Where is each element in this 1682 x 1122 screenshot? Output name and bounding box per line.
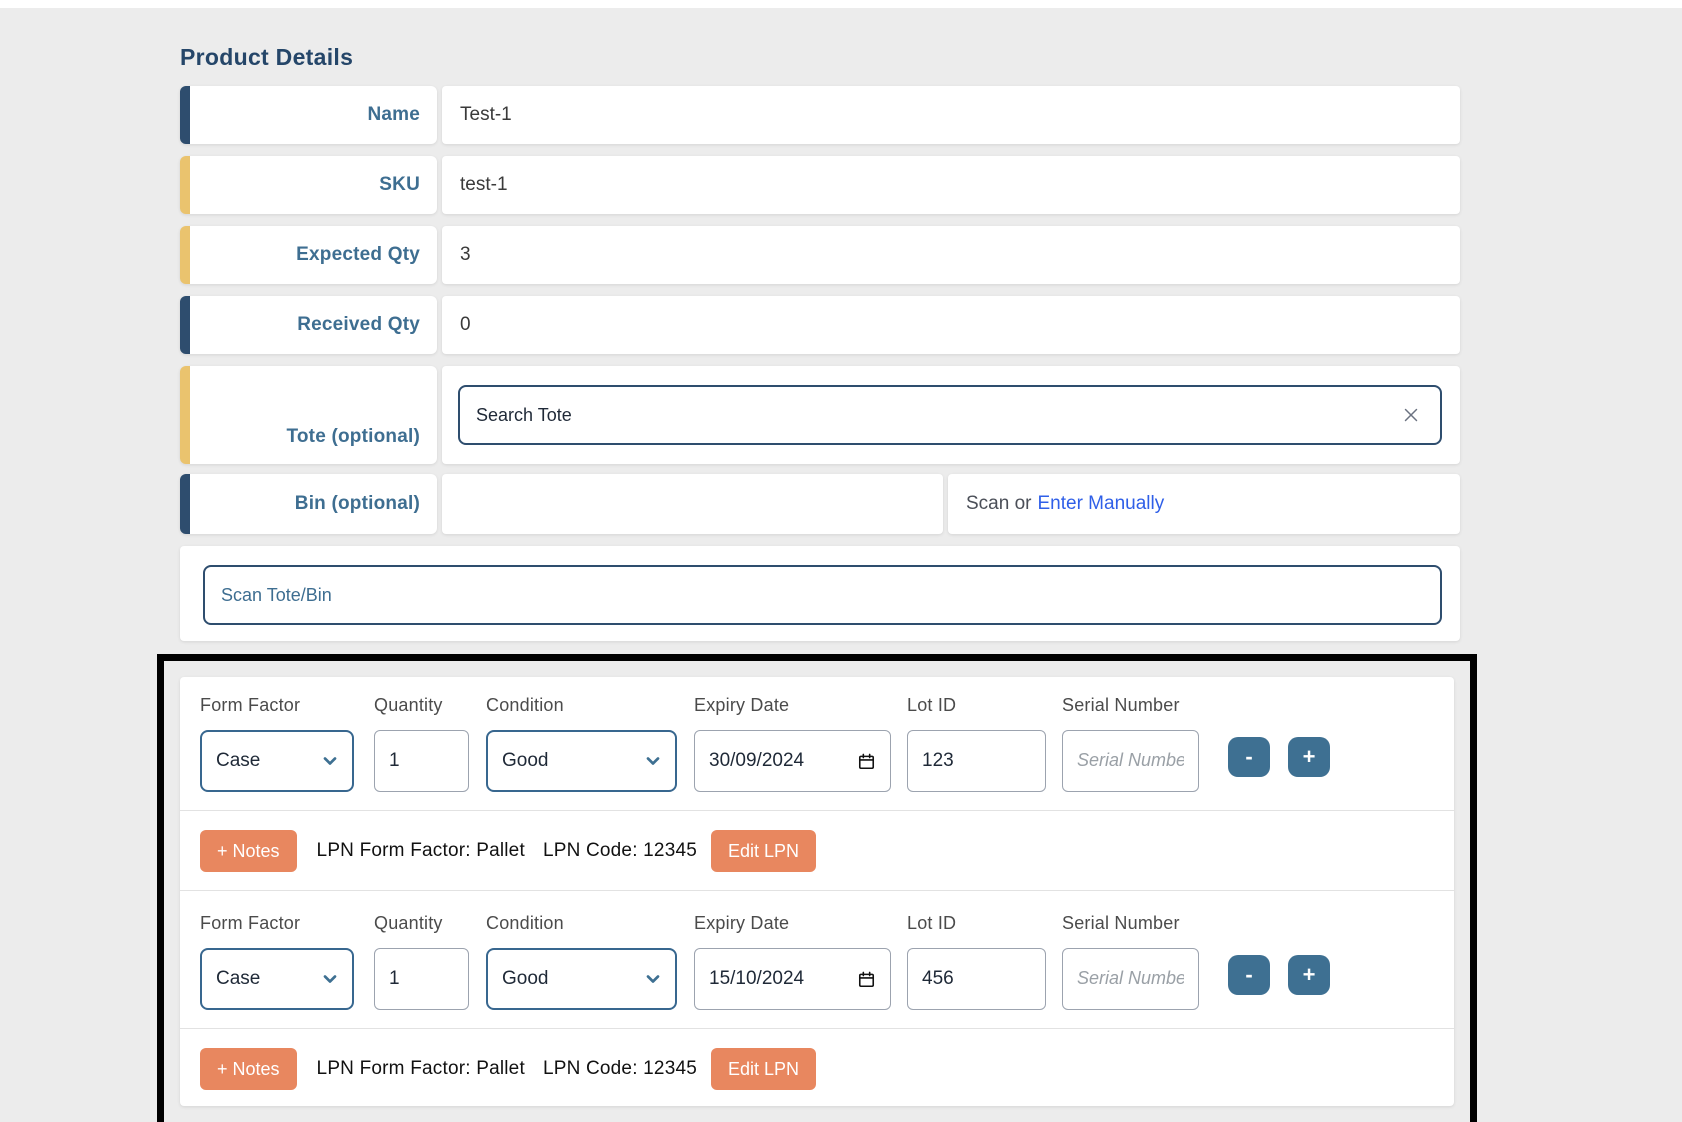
expiry-date-value: 30/09/2024: [709, 750, 804, 772]
serial-number-input[interactable]: [1062, 948, 1199, 1010]
increment-button[interactable]: +: [1288, 955, 1330, 995]
bin-scan-card: Scan or Enter Manually: [948, 474, 1460, 534]
main-content: Product Details Name Test-1 SKU test-1 E…: [180, 44, 1460, 1122]
expected-qty-label: Expected Qty: [296, 244, 420, 266]
scan-or-text: Scan or: [966, 493, 1031, 515]
name-value: Test-1: [460, 104, 512, 126]
decrement-button[interactable]: -: [1228, 737, 1270, 777]
enter-manually-link[interactable]: Enter Manually: [1037, 493, 1164, 515]
lot-id-input[interactable]: [907, 730, 1046, 792]
bin-value-card: [442, 474, 943, 534]
lot-id-input[interactable]: [907, 948, 1046, 1010]
condition-value: Good: [502, 968, 548, 990]
row-divider: [180, 1028, 1454, 1029]
tote-search-field[interactable]: [458, 385, 1442, 445]
increment-button[interactable]: +: [1288, 737, 1330, 777]
decrement-button[interactable]: -: [1228, 955, 1270, 995]
condition-label: Condition: [486, 913, 677, 934]
scan-tote-bin-card: [180, 546, 1460, 641]
quantity-input[interactable]: [374, 948, 469, 1010]
tote-label: Tote (optional): [286, 426, 420, 448]
chevron-down-icon: [320, 751, 340, 771]
lpn-fields-row-2: Form Factor Case Quantity Condition: [200, 913, 1434, 1010]
chevron-down-icon: [643, 751, 663, 771]
bin-row: Bin (optional) Scan or Enter Manually: [180, 474, 1460, 534]
tote-search-input[interactable]: [476, 405, 1400, 426]
lpn-code-text: LPN Code: 12345: [543, 840, 697, 862]
lpn-fields-row-1: Form Factor Case Quantity Condition: [200, 695, 1434, 792]
form-factor-value: Case: [216, 750, 260, 772]
form-factor-select[interactable]: Case: [200, 730, 354, 792]
serial-number-label: Serial Number: [1062, 913, 1199, 934]
expected-qty-value: 3: [460, 244, 471, 266]
condition-select[interactable]: Good: [486, 730, 677, 792]
condition-value: Good: [502, 750, 548, 772]
lpn-code-text: LPN Code: 12345: [543, 1058, 697, 1080]
add-notes-button[interactable]: + Notes: [200, 1048, 297, 1090]
edit-lpn-button[interactable]: Edit LPN: [711, 1048, 816, 1090]
add-notes-button[interactable]: + Notes: [200, 830, 297, 872]
received-qty-label-card: Received Qty: [180, 296, 437, 354]
quantity-input[interactable]: [374, 730, 469, 792]
lpn-notes-row-1: + Notes LPN Form Factor: Pallet LPN Code…: [200, 830, 1434, 872]
expiry-date-label: Expiry Date: [694, 695, 891, 716]
tote-row: Tote (optional): [180, 366, 1460, 464]
tote-value-card: [442, 366, 1460, 464]
serial-number-label: Serial Number: [1062, 695, 1199, 716]
lot-id-label: Lot ID: [907, 695, 1046, 716]
lpn-panel: Form Factor Case Quantity Condition: [180, 677, 1454, 1106]
expiry-date-label: Expiry Date: [694, 913, 891, 934]
clear-icon[interactable]: [1400, 403, 1424, 427]
form-factor-label: Form Factor: [200, 695, 354, 716]
form-factor-select[interactable]: Case: [200, 948, 354, 1010]
quantity-label: Quantity: [374, 913, 469, 934]
name-label-card: Name: [180, 86, 437, 144]
product-row-name: Name Test-1: [180, 86, 1460, 144]
lpn-form-factor-text: LPN Form Factor: Pallet: [317, 840, 525, 862]
edit-lpn-button[interactable]: Edit LPN: [711, 830, 816, 872]
tote-label-card: Tote (optional): [180, 366, 437, 464]
expiry-date-input[interactable]: 30/09/2024: [694, 730, 891, 792]
name-value-card: Test-1: [442, 86, 1460, 144]
calendar-icon[interactable]: [857, 970, 876, 989]
sku-value: test-1: [460, 174, 508, 196]
bin-label-card: Bin (optional): [180, 474, 437, 534]
bin-label: Bin (optional): [295, 493, 420, 515]
product-row-expected-qty: Expected Qty 3: [180, 226, 1460, 284]
page-title: Product Details: [180, 44, 1460, 71]
row-divider: [180, 890, 1454, 891]
condition-label: Condition: [486, 695, 677, 716]
lot-id-label: Lot ID: [907, 913, 1046, 934]
top-edge-strip: [0, 0, 1682, 8]
calendar-icon[interactable]: [857, 752, 876, 771]
lpn-highlight-box: Form Factor Case Quantity Condition: [157, 654, 1477, 1122]
chevron-down-icon: [320, 969, 340, 989]
chevron-down-icon: [643, 969, 663, 989]
form-factor-label: Form Factor: [200, 913, 354, 934]
received-qty-label: Received Qty: [297, 314, 420, 336]
sku-value-card: test-1: [442, 156, 1460, 214]
row-divider: [180, 810, 1454, 811]
product-row-sku: SKU test-1: [180, 156, 1460, 214]
received-qty-value-card: 0: [442, 296, 1460, 354]
name-label: Name: [367, 104, 420, 126]
sku-label-card: SKU: [180, 156, 437, 214]
sku-label: SKU: [379, 174, 420, 196]
expiry-date-input[interactable]: 15/10/2024: [694, 948, 891, 1010]
expiry-date-value: 15/10/2024: [709, 968, 804, 990]
expected-qty-value-card: 3: [442, 226, 1460, 284]
quantity-label: Quantity: [374, 695, 469, 716]
received-qty-value: 0: [460, 314, 471, 336]
lpn-notes-row-2: + Notes LPN Form Factor: Pallet LPN Code…: [200, 1048, 1434, 1090]
condition-select[interactable]: Good: [486, 948, 677, 1010]
product-row-received-qty: Received Qty 0: [180, 296, 1460, 354]
expected-qty-label-card: Expected Qty: [180, 226, 437, 284]
lpn-form-factor-text: LPN Form Factor: Pallet: [317, 1058, 525, 1080]
form-factor-value: Case: [216, 968, 260, 990]
scan-tote-bin-input[interactable]: [203, 565, 1442, 625]
serial-number-input[interactable]: [1062, 730, 1199, 792]
